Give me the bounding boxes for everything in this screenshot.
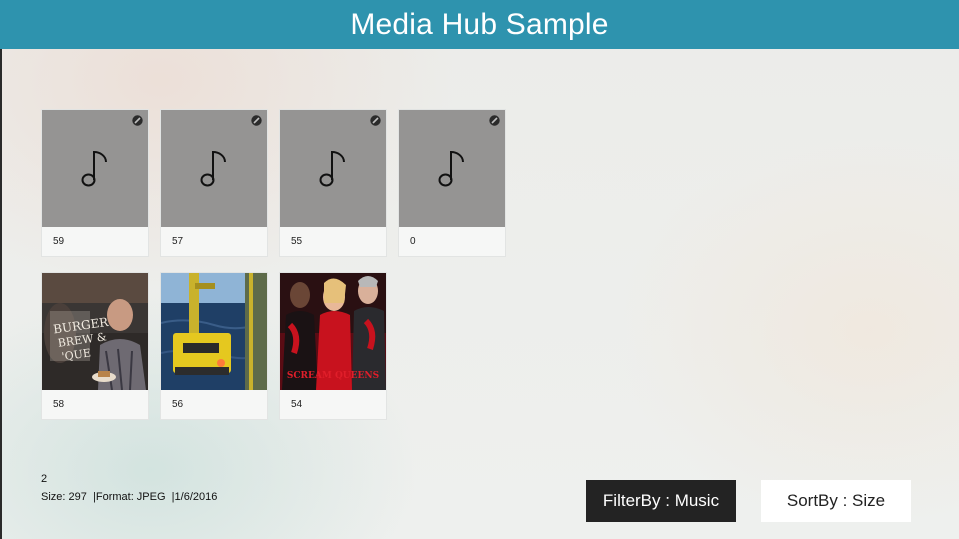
sort-button[interactable]: SortBy : Size [761,480,911,522]
media-item-image[interactable]: 56 [160,272,268,420]
edit-badge-icon [489,115,500,126]
music-note-icon [81,150,107,187]
app-title: Media Hub Sample [350,7,609,41]
media-item-image[interactable]: BURGERS BREW & 'QUE 58 [41,272,149,420]
photo-thumbnail-restaurant: BURGERS BREW & 'QUE [42,273,148,390]
file-info: Size: 297 |Format: JPEG |1/6/2016 [41,491,217,504]
filter-button[interactable]: FilterBy : Music [586,480,736,522]
file-size: Size: 297 [41,491,87,503]
media-item-label: 56 [172,399,184,410]
media-item-label: 59 [53,236,65,247]
media-item-label: 58 [53,399,65,410]
media-item-label: 0 [410,236,416,247]
music-note-icon [319,150,345,187]
file-date: |1/6/2016 [171,491,218,503]
photo-thumbnail-poster: SCREAM QUEENS [280,273,386,390]
poster-photo: SCREAM QUEENS [280,273,386,390]
music-note-icon [200,150,226,187]
svg-text:SCREAM QUEENS: SCREAM QUEENS [287,371,379,381]
media-item-label: 57 [172,236,184,247]
restaurant-photo: BURGERS BREW & 'QUE [42,273,148,390]
edit-badge-icon [251,115,262,126]
media-item-music[interactable]: 59 [41,109,149,257]
media-item-music[interactable]: 57 [160,109,268,257]
app-header: Media Hub Sample [0,0,959,49]
submersible-photo [161,273,267,390]
media-thumbnail [399,110,505,227]
status-panel: 2 Size: 297 |Format: JPEG |1/6/2016 [41,473,217,504]
window-edge [0,0,2,539]
media-item-label: 55 [291,236,303,247]
edit-badge-icon [370,115,381,126]
media-item-label: 54 [291,399,303,410]
edit-badge-icon [132,115,143,126]
media-item-image[interactable]: SCREAM QUEENS 54 [279,272,387,420]
media-thumbnail [42,110,148,227]
music-note-icon [438,150,464,187]
media-item-music[interactable]: 55 [279,109,387,257]
media-thumbnail [280,110,386,227]
photo-thumbnail-submersible [161,273,267,390]
media-item-music[interactable]: 0 [398,109,506,257]
media-thumbnail [161,110,267,227]
selected-count: 2 [41,473,48,485]
file-format: |Format: JPEG [93,491,166,503]
